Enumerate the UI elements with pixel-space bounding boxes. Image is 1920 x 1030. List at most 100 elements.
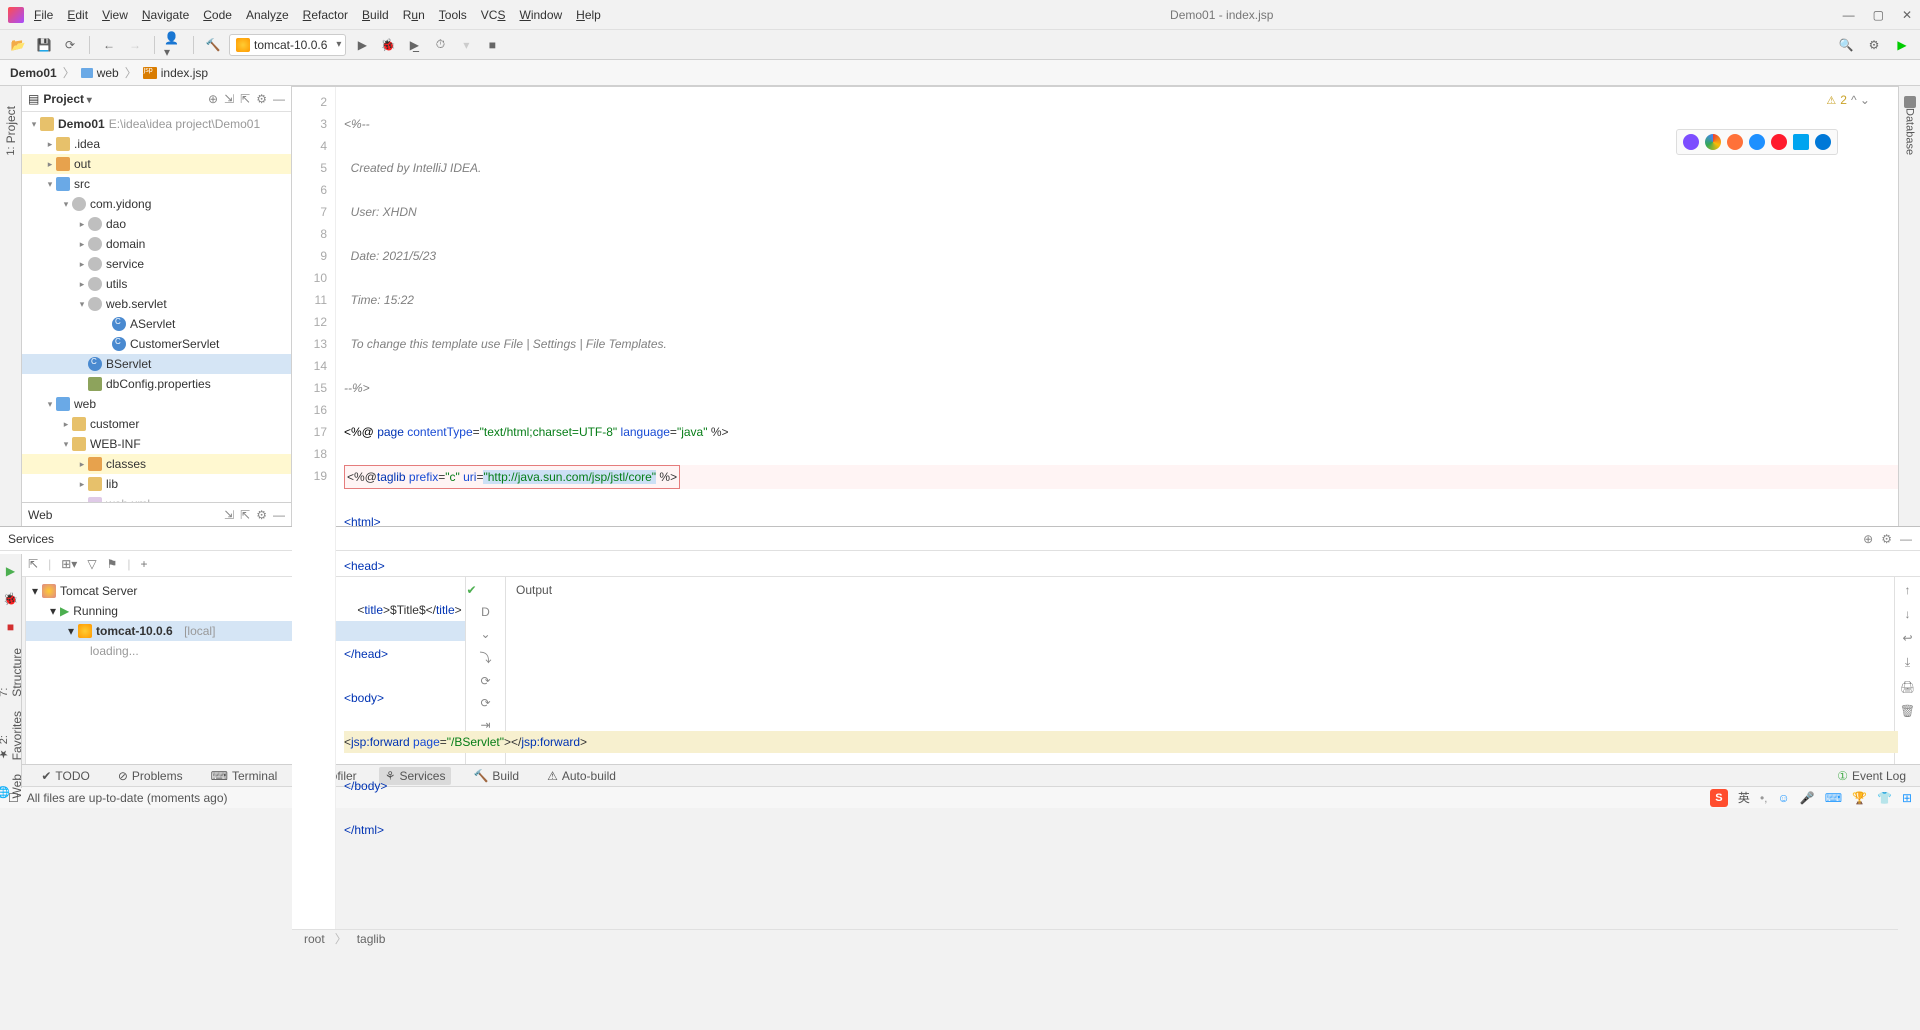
softwrap-icon[interactable]: ↩ <box>1902 631 1912 645</box>
project-title[interactable]: Project <box>43 92 92 106</box>
assist-icon[interactable]: ▶ <box>1892 35 1912 55</box>
main-toolbar: 📂 💾 ⟳ ← → 👤▾ 🔨 tomcat-10.0.6 ▶ 🐞 ▶̲ ⏱ ▾ … <box>0 30 1920 60</box>
minimize-icon[interactable]: — <box>1843 8 1855 22</box>
print-icon[interactable]: 🖨 <box>1900 680 1915 694</box>
maximize-icon[interactable]: ▢ <box>1873 8 1884 22</box>
web-pane-header[interactable]: Web ⇲⇱⚙— <box>22 502 291 526</box>
menu-vcs[interactable]: VCS <box>481 8 506 22</box>
search-icon[interactable]: 🔍 <box>1836 35 1856 55</box>
hammer-icon[interactable]: 🔨 <box>203 35 223 55</box>
coverage-icon[interactable]: ▶̲ <box>404 35 424 55</box>
crumb-web[interactable]: web <box>81 66 119 80</box>
filter-icon[interactable]: ▽ <box>87 557 96 571</box>
tree-bservlet[interactable]: BServlet <box>22 354 291 374</box>
trash-icon[interactable]: 🗑 <box>1900 704 1915 718</box>
settings-tree-icon[interactable]: ⚙ <box>256 92 267 106</box>
editor: index.jsp× customer_list.jsp× CustomerSe… <box>292 86 1898 526</box>
locate-icon[interactable]: ⊕ <box>208 92 218 106</box>
menu-navigate[interactable]: Navigate <box>142 8 189 22</box>
menu-view[interactable]: View <box>102 8 128 22</box>
edge-icon[interactable] <box>1815 134 1831 150</box>
todo-button[interactable]: ✔ TODO <box>35 767 96 785</box>
titlebar: File Edit View Navigate Code Analyze Ref… <box>0 0 1920 30</box>
more-run-icon[interactable]: ▾ <box>456 35 476 55</box>
avatar-icon[interactable]: 👤▾ <box>164 35 184 55</box>
settings-icon[interactable]: ⚙ <box>1864 35 1884 55</box>
firefox-icon[interactable] <box>1727 134 1743 150</box>
services-output: Output <box>506 577 1894 764</box>
main-split: 1: Project ▤ Project ⊕ ⇲ ⇱ ⚙ — ▾Demo01E:… <box>0 86 1920 526</box>
down-icon[interactable]: ↓ <box>1905 607 1911 621</box>
menu-file[interactable]: File <box>34 8 53 22</box>
flag-icon[interactable]: ⚑ <box>107 557 118 571</box>
output-label: Output <box>516 583 1884 597</box>
menu-run[interactable]: Run <box>403 8 425 22</box>
project-tool-button[interactable]: 1: Project <box>4 106 18 156</box>
code-text[interactable]: <%-- Created by IntelliJ IDEA. User: XHD… <box>336 87 1898 929</box>
terminal-button[interactable]: ⌨ Terminal <box>205 767 284 785</box>
rerun-green-icon[interactable]: ▶ <box>6 564 15 578</box>
forward-icon[interactable]: → <box>125 35 145 55</box>
menu-tools[interactable]: Tools <box>439 8 467 22</box>
status-message: All files are up-to-date (moments ago) <box>27 791 228 805</box>
stop-icon[interactable]: ■ <box>482 35 502 55</box>
menu-edit[interactable]: Edit <box>67 8 88 22</box>
code-area[interactable]: 2345678910111213141516171819 <%-- Create… <box>292 87 1898 929</box>
plus-icon[interactable]: + <box>140 557 147 571</box>
run-config-label: tomcat-10.0.6 <box>254 38 327 52</box>
favorites-tool-button[interactable]: ★ 2: Favorites <box>0 711 24 760</box>
gutter: 2345678910111213141516171819 <box>292 87 336 929</box>
ie-icon[interactable] <box>1793 134 1809 150</box>
opera-icon[interactable] <box>1771 134 1787 150</box>
back-icon[interactable]: ← <box>99 35 119 55</box>
project-tree[interactable]: ▾Demo01E:\idea\idea project\Demo01 ▸.ide… <box>22 112 291 502</box>
database-icon[interactable] <box>1904 96 1916 108</box>
scroll-end-icon[interactable]: ⤓ <box>1905 655 1910 670</box>
grid-icon[interactable]: ⊞ <box>1902 791 1912 805</box>
hide-icon[interactable]: — <box>273 92 285 106</box>
sync-icon[interactable]: ⟳ <box>60 35 80 55</box>
menu-build[interactable]: Build <box>362 8 389 22</box>
tomcat-icon <box>236 38 250 52</box>
collapse-all-icon[interactable]: ⇱ <box>28 557 38 571</box>
open-icon[interactable]: 📂 <box>8 35 28 55</box>
intellij-icon[interactable] <box>1683 134 1699 150</box>
expand-icon[interactable]: ⇲ <box>224 92 234 106</box>
collapse-icon[interactable]: ⇱ <box>240 92 250 106</box>
debug-icon[interactable]: 🐞 <box>378 35 398 55</box>
database-tool-button[interactable]: Database <box>1904 108 1916 155</box>
run-icon[interactable]: ▶ <box>352 35 372 55</box>
app-logo-icon <box>8 7 24 23</box>
menu-help[interactable]: Help <box>576 8 601 22</box>
left-strip: ▶ 🐞 ■ 7: Structure ★ 2: Favorites 🌐 Web <box>0 554 22 788</box>
up-icon[interactable]: ↑ <box>1905 583 1911 597</box>
browser-icons[interactable] <box>1676 129 1838 155</box>
problems-button[interactable]: ⊘ Problems <box>112 767 189 785</box>
nav-breadcrumb: Demo01 〉 web 〉 index.jsp <box>0 60 1920 86</box>
menu-analyze[interactable]: Analyze <box>246 8 289 22</box>
structure-tool-button[interactable]: 7: Structure <box>0 648 24 697</box>
bug-green-icon[interactable]: 🐞 <box>3 592 18 606</box>
crumb-project[interactable]: Demo01 <box>10 66 57 80</box>
web-tool-button[interactable]: 🌐 Web <box>0 774 24 798</box>
main-menu: File Edit View Navigate Code Analyze Ref… <box>34 8 601 22</box>
project-pane: ▤ Project ⊕ ⇲ ⇱ ⚙ — ▾Demo01E:\idea\idea … <box>22 86 292 526</box>
check-icon: ✔ <box>466 583 476 597</box>
window-title: Demo01 - index.jsp <box>601 8 1843 22</box>
menu-code[interactable]: Code <box>203 8 232 22</box>
project-header: ▤ Project ⊕ ⇲ ⇱ ⚙ — <box>22 86 291 112</box>
chrome-icon[interactable] <box>1705 134 1721 150</box>
menu-refactor[interactable]: Refactor <box>303 8 348 22</box>
run-config-dropdown[interactable]: tomcat-10.0.6 <box>229 34 346 56</box>
menu-window[interactable]: Window <box>519 8 562 22</box>
group-icon[interactable]: ⊞▾ <box>61 557 77 571</box>
inspection-badge[interactable]: ⚠ 2 ^ ⌄ <box>1826 93 1870 107</box>
safari-icon[interactable] <box>1749 134 1765 150</box>
save-icon[interactable]: 💾 <box>34 35 54 55</box>
close-icon[interactable]: ✕ <box>1902 8 1912 22</box>
services-hide-icon[interactable]: — <box>1900 532 1912 546</box>
crumb-file[interactable]: index.jsp <box>143 66 208 80</box>
editor-crumb: root〉taglib <box>292 929 1898 947</box>
stop-red-icon[interactable]: ■ <box>7 620 14 634</box>
profile-icon[interactable]: ⏱ <box>430 35 450 55</box>
